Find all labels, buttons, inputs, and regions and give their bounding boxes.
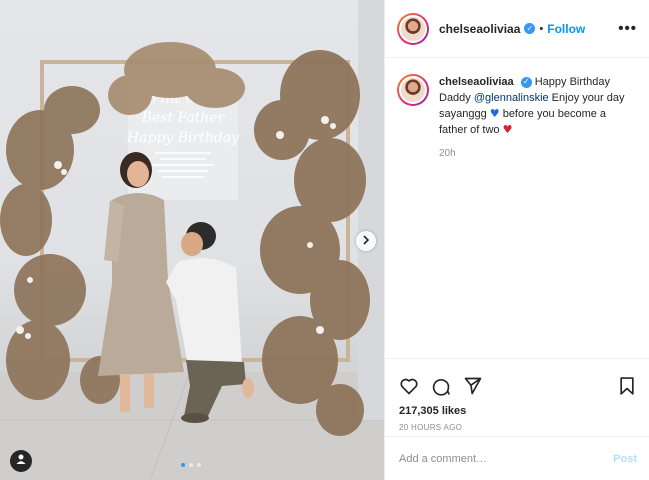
more-options-icon[interactable]: •••: [618, 20, 637, 37]
carousel-dot: [189, 463, 193, 467]
caption: chelseaoliviaa ✓ Happy Birthday Daddy @g…: [385, 58, 649, 159]
tagged-users-button[interactable]: [10, 450, 32, 472]
post-header: chelseaoliviaa ✓ • Follow •••: [385, 0, 649, 58]
carousel-dot: [181, 463, 185, 467]
verified-badge-icon: ✓: [524, 23, 536, 34]
username-link[interactable]: chelseaoliviaa: [439, 22, 520, 36]
post-age[interactable]: 20 HOURS AGO: [385, 417, 649, 432]
post-photo[interactable]: TO THE WORLD Best Father Happy Birthday: [0, 0, 384, 480]
comment-bar: Post: [385, 436, 649, 480]
verified-badge-icon: ✓: [520, 76, 532, 88]
avatar[interactable]: [397, 12, 429, 45]
heart-outline-icon[interactable]: [399, 376, 419, 396]
next-photo-button[interactable]: [356, 231, 376, 251]
mention-link[interactable]: @glennalinskie: [474, 92, 549, 104]
user-tag-icon: [15, 452, 27, 470]
red-heart-emoji: ♥: [502, 123, 513, 136]
blue-heart-emoji: ♥: [489, 107, 500, 120]
like-count[interactable]: 217,305 likes: [385, 405, 649, 417]
caption-text: chelseaoliviaa ✓ Happy Birthday Daddy @g…: [439, 74, 629, 138]
actions-section: 217,305 likes 20 HOURS AGO: [385, 358, 649, 432]
action-bar: [385, 359, 649, 405]
post-side-panel: chelseaoliviaa ✓ • Follow ••• chelseaoli…: [384, 0, 649, 480]
comment-input[interactable]: [399, 452, 614, 465]
svg-text:Best Father: Best Father: [141, 110, 226, 126]
paper-plane-icon[interactable]: [463, 376, 483, 396]
avatar[interactable]: [397, 74, 429, 106]
comment-bubble-icon[interactable]: [431, 376, 451, 396]
chevron-right-icon: [361, 232, 371, 250]
follow-button[interactable]: Follow: [547, 22, 585, 36]
caption-username[interactable]: chelseaoliviaa: [439, 76, 514, 88]
bookmark-icon[interactable]: [617, 376, 637, 396]
post-comment-button[interactable]: Post: [613, 453, 637, 465]
photo-scene: TO THE WORLD Best Father Happy Birthday: [0, 0, 384, 480]
carousel-dot: [197, 463, 201, 467]
separator-dot: •: [539, 22, 544, 35]
svg-text:Happy Birthday: Happy Birthday: [126, 130, 240, 146]
carousel-indicator: [181, 463, 201, 467]
caption-timestamp[interactable]: 20h: [439, 148, 629, 159]
